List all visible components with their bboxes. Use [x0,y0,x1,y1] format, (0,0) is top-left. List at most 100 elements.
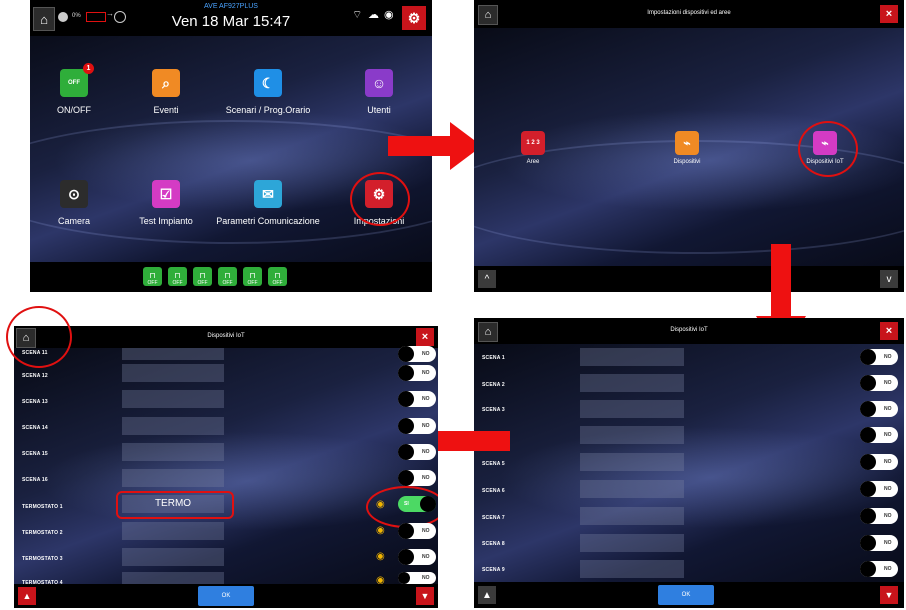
toggle-knob [398,549,414,565]
row-toggle[interactable]: NO [860,508,898,524]
tile-onoff[interactable]: OFF 1 ON/OFF [44,63,104,115]
tile-label: Camera [57,216,90,226]
row-name-field[interactable] [122,348,224,360]
row-label: TERMOSTATO 2 [22,530,63,536]
notification-badge: 1 [83,63,94,74]
row-toggle[interactable]: NO [398,391,436,407]
row-toggle[interactable]: NO [860,401,898,417]
title-bar: ⌂ Impostazioni dispositivi ed aree × [474,0,904,28]
scenarios-icon: ☾ [254,69,282,97]
scroll-down-button[interactable]: ▼ [880,586,898,604]
row-name-field[interactable] [122,522,224,540]
page-title: Dispositivi IoT [207,333,245,339]
row-toggle[interactable]: NO [398,444,436,460]
close-button[interactable]: × [880,322,898,340]
devices-icon: ⌁ [675,131,699,155]
row-toggle[interactable]: NO [398,572,436,584]
highlight-dispositivi-iot [798,121,858,177]
close-button[interactable]: × [416,328,434,346]
scroll-up-button[interactable]: ▲ [478,586,496,604]
row-toggle[interactable]: NO [398,365,436,381]
lock-icon: ⊓ [274,271,281,280]
eye-icon[interactable]: ◉ [376,551,385,562]
lock-button-3[interactable]: ⊓ OFF [193,267,212,286]
tile-label: Eventi [153,105,179,115]
iot-list: SCENA 11 NO SCENA 12 NO SCENA 13 NO SCEN… [14,346,438,586]
row-name-field[interactable] [580,426,684,444]
row-toggle[interactable]: NO [860,454,898,470]
row-name-field[interactable] [122,417,224,435]
ok-button[interactable]: OK [658,585,714,605]
row-label: TERMOSTATO 1 [22,504,63,510]
lock-button-5[interactable]: ⊓ OFF [243,267,262,286]
row-toggle[interactable]: NO [860,481,898,497]
row-name-field[interactable] [580,453,684,471]
row-toggle[interactable]: NO [398,418,436,434]
toggle-knob [860,561,876,577]
highlight-impostazioni [350,172,410,226]
lock-icon: ⊓ [174,271,181,280]
title-bar: ⌂ Dispositivi IoT × [474,318,904,344]
row-name-field[interactable] [122,548,224,566]
row-toggle[interactable]: NO [398,549,436,565]
toggle-knob [860,454,876,470]
row-name-field[interactable] [122,572,224,584]
row-name-field[interactable] [122,390,224,408]
row-name-field[interactable] [580,374,684,392]
panel-iot-page1: ⌂ Dispositivi IoT × SCENA 1 NO SCENA 2 N… [474,318,904,608]
row-name-field[interactable] [580,480,684,498]
row-toggle[interactable]: NO [860,535,898,551]
close-button[interactable]: × [880,5,898,23]
row-toggle[interactable]: NO [860,349,898,365]
lock-button-2[interactable]: ⊓ OFF [168,267,187,286]
tile-eventi[interactable]: ⌕ Eventi [136,69,196,115]
row-name-field[interactable] [580,400,684,418]
ok-button[interactable]: OK [198,586,254,606]
tile-label: Parametri Comunicazione [216,216,320,226]
row-label: SCENA 13 [22,399,48,405]
row-toggle[interactable]: NO [860,561,898,577]
toggle-knob [398,418,414,434]
row-name-field[interactable] [122,443,224,461]
lock-button-6[interactable]: ⊓ OFF [268,267,287,286]
row-name-field[interactable] [122,469,224,487]
scroll-down-button[interactable]: ▼ [416,587,434,605]
row-name-field[interactable] [122,364,224,382]
toggle-knob [860,349,876,365]
areas-icon: 1 2 3 [521,131,545,155]
row-name-field[interactable] [580,348,684,366]
tile-aree[interactable]: 1 2 3 Aree [504,131,562,165]
row-label: SCENA 6 [482,488,505,494]
toggle-knob [860,375,876,391]
settings-gear-button[interactable]: ⚙ [402,6,426,30]
scroll-up-button[interactable]: ▲ [18,587,36,605]
highlight-name-field [116,491,234,519]
panel-iot-page2: ⌂ Dispositivi IoT × SCENA 11 NO SCENA 12… [14,326,438,608]
tile-parametri[interactable]: ✉ Parametri Comunicazione [216,180,320,226]
toggle-knob [860,401,876,417]
status-bar: ⌂ 0% → AVE AF927PLUS Ven 18 Mar 15:47 ⌔ … [30,0,432,36]
lock-icon: ⊓ [224,271,231,280]
tile-camera[interactable]: ⊙ Camera [44,180,104,226]
row-toggle[interactable]: NO [398,346,436,362]
tile-test-impianto[interactable]: ☑ Test Impianto [136,180,196,226]
lock-bar: ⊓ OFF ⊓ OFF ⊓ OFF ⊓ OFF ⊓ OFF ⊓ OFF [30,262,432,292]
row-toggle[interactable]: NO [398,523,436,539]
events-icon: ⌕ [152,69,180,97]
tile-utenti[interactable]: ☺ Utenti [349,69,409,115]
scroll-down-button[interactable]: v [880,270,898,288]
scroll-up-button[interactable]: ^ [478,270,496,288]
row-toggle[interactable]: NO [398,470,436,486]
lock-button-4[interactable]: ⊓ OFF [218,267,237,286]
row-name-field[interactable] [580,534,684,552]
panel-settings: ⌂ Impostazioni dispositivi ed aree × 1 2… [474,0,904,292]
eye-icon[interactable]: ◉ [376,525,385,536]
row-toggle[interactable]: NO [860,375,898,391]
lock-button-1[interactable]: ⊓ OFF [143,267,162,286]
tile-dispositivi[interactable]: ⌁ Dispositivi [654,131,720,165]
row-name-field[interactable] [580,507,684,525]
row-name-field[interactable] [580,560,684,578]
toggle-knob [398,572,410,584]
row-toggle[interactable]: NO [860,427,898,443]
tile-scenari[interactable]: ☾ Scenari / Prog.Orario [218,69,318,115]
